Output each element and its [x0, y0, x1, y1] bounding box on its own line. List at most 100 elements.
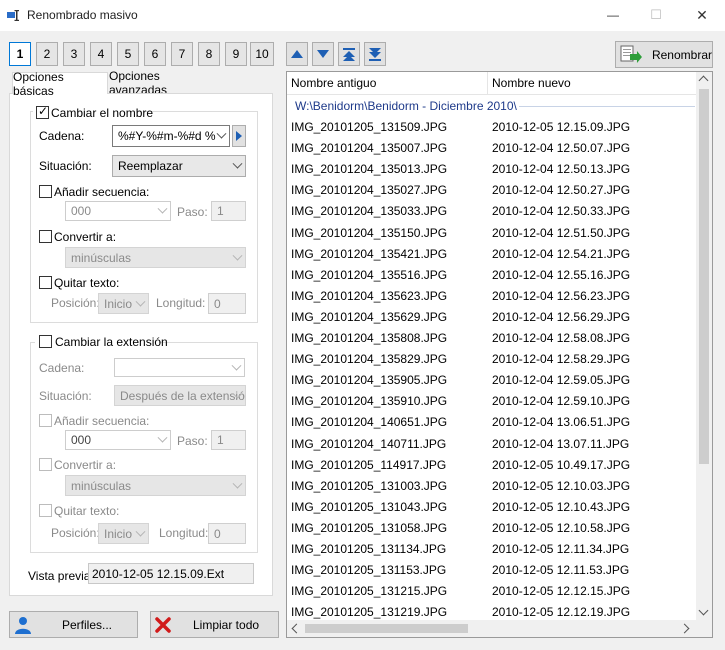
convert-checkbox[interactable] — [39, 230, 52, 243]
profile-button-6[interactable]: 6 — [144, 42, 166, 66]
change-name-checkbox[interactable] — [36, 104, 49, 119]
situacion-select[interactable]: Reemplazar — [112, 155, 246, 177]
maximize-button[interactable]: ☐ — [646, 6, 666, 24]
table-row[interactable]: IMG_20101204_140711.JPG 2010-12-04 13.07.… — [287, 433, 697, 454]
change-extension-checkbox[interactable] — [39, 335, 52, 348]
profile-button-2[interactable]: 2 — [36, 42, 58, 66]
profile-button-1[interactable]: 1 — [9, 42, 31, 66]
insert-token-button[interactable] — [232, 125, 246, 147]
ext-longitud-input[interactable]: 0 — [208, 523, 246, 544]
posicion-label: Posición: — [51, 296, 100, 310]
ext-paso-input[interactable]: 1 — [211, 430, 246, 450]
paso-value: 1 — [217, 204, 224, 218]
ext-posicion-select[interactable]: Inicio — [98, 523, 149, 544]
scroll-left-icon[interactable] — [291, 623, 302, 634]
column-header-new[interactable]: Nombre nuevo — [488, 72, 697, 95]
old-name-cell: IMG_20101204_135027.JPG — [291, 183, 448, 198]
close-icon: ✕ — [696, 6, 708, 23]
table-row[interactable]: IMG_20101205_131215.JPG 2010-12-05 12.12.… — [287, 580, 697, 601]
longitud-input[interactable]: 0 — [208, 293, 246, 314]
file-list[interactable]: Nombre antiguo Nombre nuevo W:\Benidorm\… — [286, 71, 713, 638]
paso-input[interactable]: 1 — [211, 201, 246, 221]
table-row[interactable]: IMG_20101205_131043.JPG 2010-12-05 12.10.… — [287, 496, 697, 517]
table-row[interactable]: IMG_20101204_135829.JPG 2010-12-04 12.58.… — [287, 348, 697, 369]
paso-label: Paso: — [177, 205, 208, 219]
ext-remove-text-checkbox[interactable] — [39, 504, 52, 517]
sequence-select[interactable]: 000 — [65, 201, 171, 221]
table-row[interactable]: IMG_20101204_135421.JPG 2010-12-04 12.54.… — [287, 243, 697, 264]
profile-button-3[interactable]: 3 — [63, 42, 85, 66]
move-bottom-button[interactable] — [364, 42, 386, 66]
table-row[interactable]: IMG_20101204_135027.JPG 2010-12-04 12.50.… — [287, 179, 697, 200]
profile-label: 3 — [70, 47, 78, 61]
close-button[interactable]: ✕ — [692, 6, 712, 24]
rename-button[interactable]: Renombrar — [615, 41, 713, 68]
new-name-cell: 2010-12-05 12.15.09.JPG — [492, 120, 631, 134]
minimize-button[interactable]: — — [603, 6, 623, 24]
profile-button-9[interactable]: 9 — [225, 42, 247, 66]
table-row[interactable]: IMG_20101204_135150.JPG 2010-12-04 12.51.… — [287, 222, 697, 243]
old-name-cell: IMG_20101204_135421.JPG — [291, 246, 448, 261]
remove-text-label: Quitar texto: — [54, 276, 120, 290]
profile-button-5[interactable]: 5 — [117, 42, 139, 66]
table-row[interactable]: IMG_20101204_135007.JPG 2010-12-04 12.50.… — [287, 137, 697, 158]
tab-opciones-basicas[interactable]: Opciones básicas — [12, 70, 108, 98]
table-row[interactable]: IMG_20101205_131134.JPG 2010-12-05 12.11.… — [287, 538, 697, 559]
table-row[interactable]: IMG_20101204_135623.JPG 2010-12-04 12.56.… — [287, 285, 697, 306]
folder-group-row[interactable]: W:\Benidorm\Benidorm - Diciembre 2010\ — [287, 95, 697, 116]
ext-convert-label: Convertir a: — [54, 458, 117, 472]
table-row[interactable]: IMG_20101204_135013.JPG 2010-12-04 12.50.… — [287, 158, 697, 179]
old-name-cell: IMG_20101204_135905.JPG — [291, 373, 448, 388]
horizontal-scrollbar[interactable] — [287, 620, 697, 637]
profile-button-8[interactable]: 8 — [198, 42, 220, 66]
chevron-down-icon — [135, 296, 146, 307]
ext-sequence-select[interactable]: 000 — [65, 430, 171, 450]
table-row[interactable]: IMG_20101205_131003.JPG 2010-12-05 12.10.… — [287, 475, 697, 496]
change-name-label: Cambiar el nombre — [51, 106, 154, 120]
profile-button-10[interactable]: 10 — [250, 42, 274, 66]
ext-cadena-input[interactable] — [114, 358, 245, 377]
posicion-select[interactable]: Inicio — [98, 293, 149, 314]
vertical-scrollbar[interactable] — [696, 72, 712, 622]
table-row[interactable]: IMG_20101204_135629.JPG 2010-12-04 12.56.… — [287, 306, 697, 327]
scroll-right-icon[interactable] — [679, 623, 690, 634]
remove-text-checkbox[interactable] — [39, 276, 52, 289]
move-top-button[interactable] — [338, 42, 360, 66]
column-header-old[interactable]: Nombre antiguo — [287, 72, 488, 95]
table-row[interactable]: IMG_20101205_131509.JPG 2010-12-05 12.15.… — [287, 116, 697, 137]
table-row[interactable]: IMG_20101205_114917.JPG 2010-12-05 10.49.… — [287, 454, 697, 475]
situacion-label: Situación: — [39, 159, 92, 173]
tab-opciones-avanzadas[interactable]: Opciones avanzadas — [109, 69, 217, 97]
clear-all-button[interactable]: Limpiar todo — [150, 611, 279, 638]
ext-add-sequence-checkbox[interactable] — [39, 414, 52, 427]
table-row[interactable]: IMG_20101204_135808.JPG 2010-12-04 12.58.… — [287, 327, 697, 348]
table-row[interactable]: IMG_20101204_140651.JPG 2010-12-04 13.06.… — [287, 411, 697, 432]
table-row[interactable]: IMG_20101204_135033.JPG 2010-12-04 12.50.… — [287, 200, 697, 221]
cadena-input[interactable]: %#Y-%#m-%#d % — [112, 125, 230, 147]
table-row[interactable]: IMG_20101204_135910.JPG 2010-12-04 12.59.… — [287, 390, 697, 411]
ext-convert-checkbox[interactable] — [39, 458, 52, 471]
preview-value: 2010-12-05 12.15.09.Ext — [92, 567, 225, 581]
ext-situacion-select[interactable]: Después de la extensión — [114, 385, 246, 406]
profile-button-7[interactable]: 7 — [171, 42, 193, 66]
table-row[interactable]: IMG_20101204_135516.JPG 2010-12-04 12.55.… — [287, 264, 697, 285]
horizontal-scroll-thumb[interactable] — [305, 624, 468, 633]
ext-paso-label: Paso: — [177, 434, 208, 448]
ext-convert-select[interactable]: minúsculas — [65, 475, 246, 496]
vertical-scroll-thumb[interactable] — [699, 89, 709, 464]
scroll-up-icon[interactable] — [698, 75, 709, 86]
table-row[interactable]: IMG_20101205_131153.JPG 2010-12-05 12.11.… — [287, 559, 697, 580]
move-up-button[interactable] — [286, 42, 308, 66]
clear-all-label: Limpiar todo — [193, 617, 260, 632]
table-row[interactable]: IMG_20101204_135905.JPG 2010-12-04 12.59.… — [287, 369, 697, 390]
profile-button-4[interactable]: 4 — [90, 42, 112, 66]
add-sequence-checkbox[interactable] — [39, 185, 52, 198]
convert-select[interactable]: minúsculas — [65, 247, 246, 268]
situacion-value: Reemplazar — [118, 159, 183, 173]
table-row[interactable]: IMG_20101205_131058.JPG 2010-12-05 12.10.… — [287, 517, 697, 538]
profiles-button[interactable]: Perfiles... — [9, 611, 138, 638]
window-title: Renombrado masivo — [27, 8, 138, 22]
old-name-cell: IMG_20101204_135150.JPG — [291, 225, 448, 240]
scroll-down-icon[interactable] — [698, 605, 709, 616]
move-down-button[interactable] — [312, 42, 334, 66]
